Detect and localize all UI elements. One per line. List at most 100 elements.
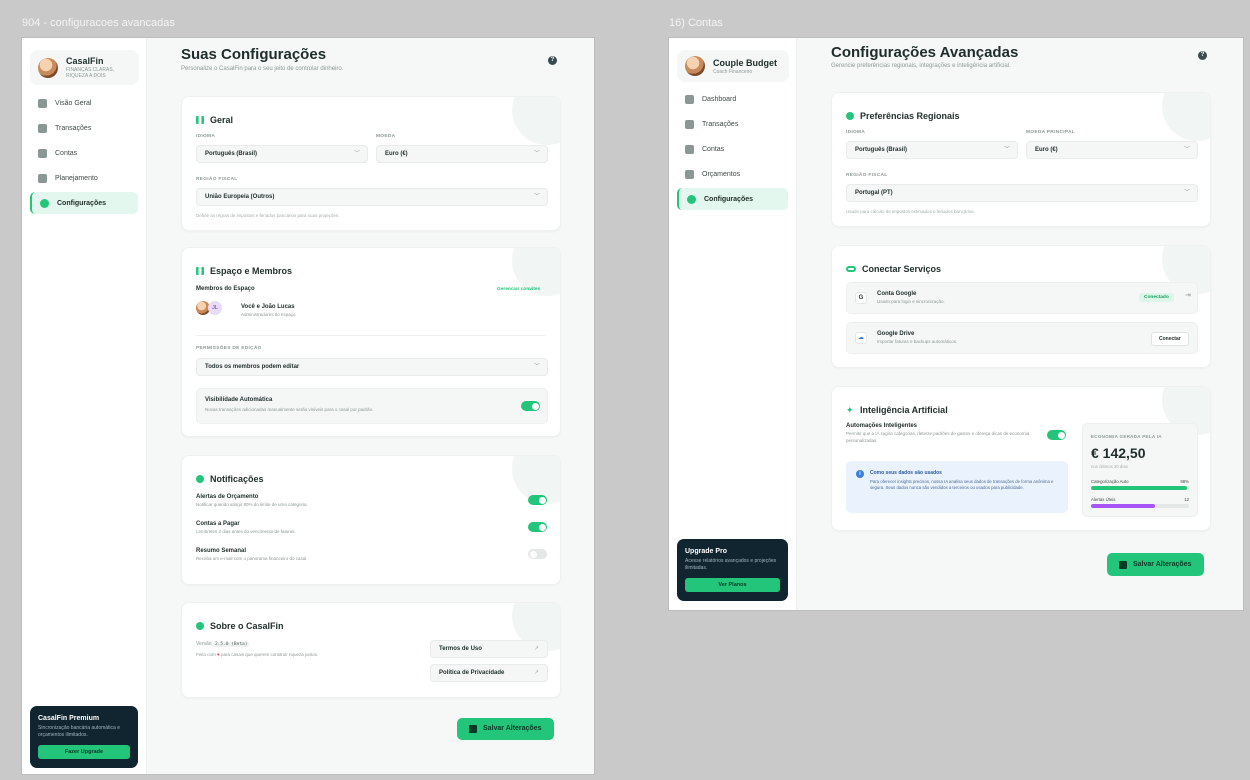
services-card: Conectar Serviços G Conta Google Usado p… (831, 245, 1211, 368)
upgrade-button[interactable]: Ver Planos (685, 578, 780, 592)
frame2-sidebar: Couple Budget Coach Financeiro Dashboard… (669, 38, 797, 610)
terms-link[interactable]: Termos de Uso ↗ (430, 640, 548, 658)
moeda-select[interactable]: Euro (€) ﹀ (1026, 141, 1198, 159)
sparkle-icon: ✦ (846, 405, 854, 415)
save-icon (1119, 560, 1127, 569)
ia-title-text: Inteligência Artificial (860, 405, 948, 415)
grid-icon (685, 94, 694, 104)
notif-weekly-desc: Receba um e-mail com o panorama financei… (196, 556, 308, 561)
idioma-select[interactable]: Português (Brasil) ﹀ (196, 145, 368, 163)
nav-item-configuracoes[interactable]: Configurações (30, 192, 138, 214)
help-icon[interactable]: ? (548, 56, 557, 65)
upgrade-button[interactable]: Fazer Upgrade (38, 745, 130, 759)
chevron-down-icon: ﹀ (1183, 147, 1190, 153)
nav-item-visao-geral[interactable]: Visão Geral (30, 92, 138, 114)
made-rest-text: para casais que querem construir riqueza… (220, 652, 319, 657)
member-name: Você e João Lucas (241, 304, 295, 310)
nav-label: Configurações (704, 195, 754, 203)
notif-weekly-toggle[interactable] (528, 549, 547, 559)
brand-block[interactable]: CasalFin FINANÇAS CLARAS, RIQUEZA A DOIS (30, 50, 139, 85)
idioma-select[interactable]: Português (Brasil) ﹀ (846, 141, 1018, 159)
perm-label: PERMISSÕES DE EDIÇÃO (196, 346, 262, 351)
regional-card: Preferências Regionais IDIOMA Português … (831, 92, 1211, 227)
grid-icon (196, 116, 204, 124)
connected-badge: Conectado (1139, 293, 1174, 302)
pie-icon (38, 173, 47, 183)
nav-item-planejamento[interactable]: Planejamento (30, 167, 138, 189)
external-link-icon: ↗ (533, 670, 539, 676)
member-role: Administradores do espaço (241, 312, 296, 317)
notif-budget-toggle[interactable] (528, 495, 547, 505)
drive-desc: Importar faturas e backups automáticos. (877, 339, 958, 344)
visibility-toggle[interactable] (521, 401, 540, 411)
nav-label: Transações (702, 120, 739, 128)
ia-card: ✦ Inteligência Artificial Automações Inte… (831, 386, 1211, 531)
regiao-select[interactable]: União Europeia (Outros) ﹀ (196, 188, 548, 206)
manage-invites-link[interactable]: Gerenciar convites (497, 287, 540, 292)
espaco-card: Espaço e Membros Membros do Espaço Geren… (181, 247, 561, 437)
save-icon (469, 725, 477, 733)
help-icon[interactable]: ? (1198, 51, 1207, 60)
nav-item-transacoes[interactable]: Transações (677, 113, 788, 135)
notif-bills-desc: Lembretes 2 dias antes do vencimento de … (196, 529, 296, 534)
frame2-window: Couple Budget Coach Financeiro Dashboard… (669, 38, 1243, 610)
connect-drive-button[interactable]: Conectar (1151, 332, 1189, 346)
idioma-label: IDIOMA (196, 134, 216, 139)
notif-bills-toggle[interactable] (528, 522, 547, 532)
moeda-value: Euro (€) (385, 151, 408, 157)
automations-toggle[interactable] (1047, 430, 1066, 440)
notif-bills-title: Contas a Pagar (196, 521, 240, 527)
nav-label: Visão Geral (55, 99, 92, 107)
moeda-select[interactable]: Euro (€) ﹀ (376, 145, 548, 163)
idioma-label: IDIOMA (846, 130, 866, 135)
chevron-down-icon: ﹀ (353, 151, 360, 157)
bar-label-auto: Categorização Auto (1091, 479, 1129, 484)
nav-item-configuracoes[interactable]: Configurações (677, 188, 788, 210)
logout-icon[interactable]: ⇥ (1185, 291, 1191, 299)
cloud-icon: ☁ (855, 332, 867, 344)
page-title: Suas Configurações (181, 46, 327, 63)
privacy-label: Política de Privacidade (439, 670, 505, 676)
save-button[interactable]: Salvar Alterações (457, 718, 554, 740)
geral-title-text: Geral (210, 115, 234, 125)
perm-select[interactable]: Todos os membros podem editar ﹀ (196, 358, 548, 376)
privacy-link[interactable]: Política de Privacidade ↗ (430, 664, 548, 682)
nav-item-contas[interactable]: Contas (30, 142, 138, 164)
nav-item-orcamentos[interactable]: Orçamentos (677, 163, 788, 185)
regiao-select[interactable]: Portugal (PT) ﹀ (846, 184, 1198, 202)
nav-label: Planejamento (55, 174, 98, 182)
nav-label: Dashboard (702, 95, 737, 103)
regiao-value: Portugal (PT) (855, 190, 893, 196)
brand-block[interactable]: Couple Budget Coach Financeiro (677, 50, 789, 82)
info-title: Como seus dados são usados (870, 470, 942, 476)
save-button[interactable]: Salvar Alterações (1107, 553, 1204, 576)
moeda-label: MOEDA PRINCIPAL (1026, 130, 1076, 135)
chevron-down-icon: ﹀ (533, 151, 540, 157)
regiao-hint: Define as regras de impostos e feriados … (196, 213, 340, 218)
chevron-down-icon: ﹀ (533, 194, 540, 200)
info-icon (196, 622, 204, 630)
version-value: 2.5.0 (Beta) (212, 642, 250, 647)
regional-title: Preferências Regionais (846, 111, 960, 121)
users-icon (196, 267, 204, 275)
automations-desc: Permitir que a IA sugira categorias, det… (846, 431, 1030, 443)
nav-item-contas[interactable]: Contas (677, 138, 788, 160)
frame2-label: 16) Contas (669, 17, 723, 29)
nav-label: Contas (702, 145, 725, 153)
notif-budget-title: Alertas de Orçamento (196, 494, 259, 500)
espaco-title: Espaço e Membros (196, 266, 292, 276)
pie-icon (685, 169, 694, 179)
automations-title: Automações Inteligentes (846, 423, 918, 429)
regional-title-text: Preferências Regionais (860, 111, 960, 121)
upgrade-title: Upgrade Pro (685, 548, 728, 555)
brand-name: CasalFin (66, 56, 104, 66)
brand-name: Couple Budget (713, 57, 777, 68)
sobre-card: Sobre o CasalFin Versão 2.5.0 (Beta) Fei… (181, 602, 561, 698)
receipt-icon (38, 123, 47, 133)
heart-icon: ♥ (217, 652, 220, 657)
espaco-title-text: Espaço e Membros (210, 266, 293, 276)
nav-item-dashboard[interactable]: Dashboard (677, 88, 788, 110)
nav-item-transacoes[interactable]: Transações (30, 117, 138, 139)
version-label: Versão (196, 641, 212, 647)
chevron-down-icon: ﹀ (533, 364, 540, 370)
